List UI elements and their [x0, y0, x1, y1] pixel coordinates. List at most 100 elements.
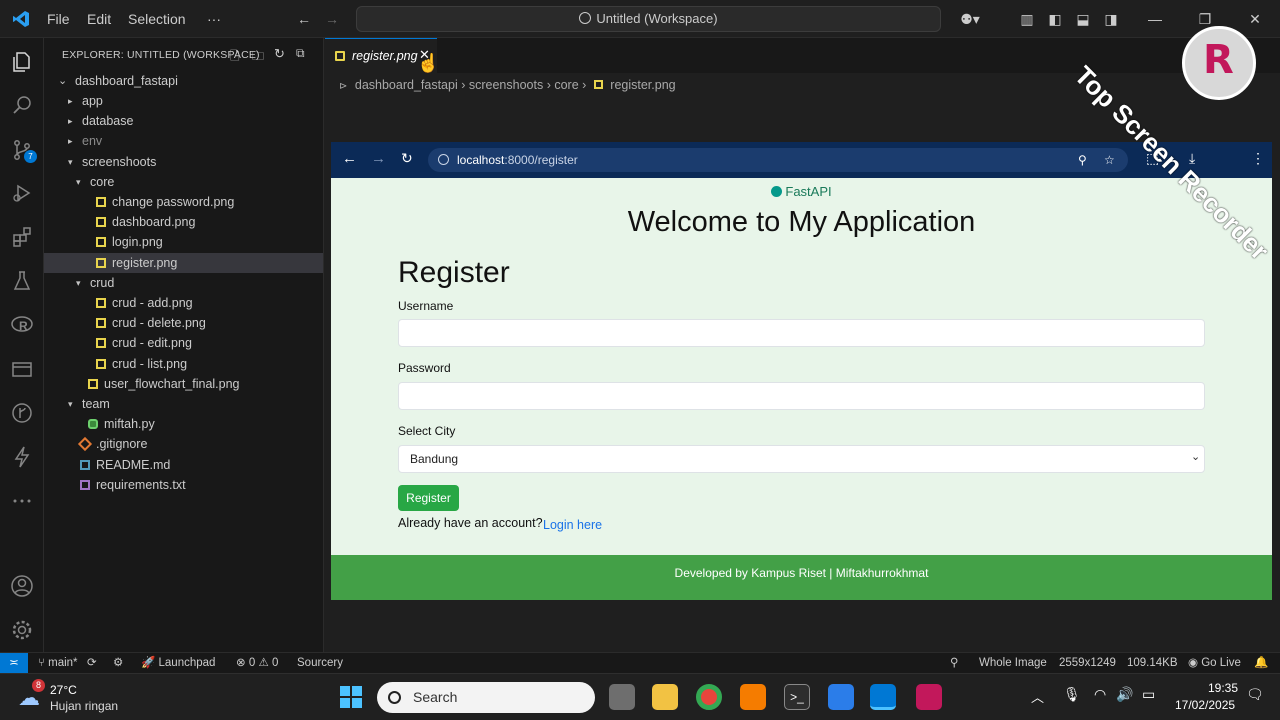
terminal-icon[interactable]: >_	[784, 684, 810, 710]
manage-gear-icon[interactable]	[10, 618, 34, 642]
tree-item[interactable]: requirements.txt	[44, 475, 323, 495]
launchpad[interactable]: 🚀 Launchpad	[141, 653, 215, 673]
volume-icon[interactable]: 🔊	[1116, 686, 1133, 703]
tree-item[interactable]: miftah.py	[44, 414, 323, 434]
error-icon: ⊗	[236, 657, 249, 669]
close-window-icon[interactable]: ✕	[1246, 10, 1264, 28]
notifications-bell-icon[interactable]: 🔔	[1254, 653, 1268, 673]
error-count: 0	[248, 657, 256, 669]
git-branch[interactable]: ⑂ main*	[38, 653, 78, 673]
file-explorer-icon[interactable]	[652, 684, 678, 710]
task-view-icon[interactable]	[609, 684, 635, 710]
source-control-icon[interactable]: 7	[10, 138, 37, 163]
microphone-icon[interactable]: 🎙	[1063, 686, 1081, 703]
git-file-icon	[77, 437, 93, 452]
new-folder-icon[interactable]: 🗀	[252, 47, 264, 68]
url-bar: localhost:8000/register ⚲ ☆	[428, 148, 1128, 172]
menu-selection[interactable]: Selection	[128, 11, 186, 27]
tree-item[interactable]: crud - delete.png	[44, 313, 323, 333]
new-file-icon[interactable]: 🗋	[230, 47, 240, 68]
more-views-icon[interactable]	[10, 489, 34, 513]
tree-item[interactable]: ▾ core	[44, 172, 323, 192]
minimize-icon[interactable]: —	[1146, 10, 1164, 28]
forward-arrow-icon[interactable]: →	[323, 10, 341, 28]
breadcrumb-item[interactable]: screenshoots	[469, 78, 543, 92]
clock-date[interactable]: 17/02/2025	[1175, 698, 1235, 712]
menu-more[interactable]: ···	[207, 11, 221, 27]
remote-explorer-icon[interactable]	[10, 357, 34, 381]
tree-item[interactable]: dashboard.png	[44, 212, 323, 232]
account-icon[interactable]	[10, 574, 34, 598]
recorder-logo: R	[1182, 26, 1256, 100]
whole-image-status[interactable]: Whole Image	[979, 653, 1047, 673]
chevron-up-icon[interactable]: ︿	[1031, 687, 1044, 706]
refresh-icon[interactable]: ↻	[274, 46, 285, 62]
tree-item[interactable]: ▾ screenshoots	[44, 152, 323, 172]
remote-indicator-icon[interactable]: ≍	[0, 653, 28, 673]
go-live-button[interactable]: ◉ Go Live	[1188, 653, 1241, 673]
tree-root-folder[interactable]: ⌄ dashboard_fastapi	[44, 71, 323, 91]
tree-item[interactable]: login.png	[44, 232, 323, 252]
testing-icon[interactable]	[10, 269, 34, 293]
sync-icon[interactable]: ⟳	[87, 653, 97, 673]
wifi-icon[interactable]: ◠	[1094, 686, 1106, 703]
breadcrumb-item[interactable]: core	[554, 78, 578, 92]
browser-reload-icon: ↻	[401, 150, 413, 166]
menu-edit[interactable]: Edit	[87, 11, 111, 27]
toggle-sidebar-icon[interactable]: ◧	[1046, 10, 1064, 28]
extensions-icon[interactable]	[10, 225, 34, 249]
search-icon[interactable]	[10, 93, 34, 117]
mysql-workbench-icon[interactable]	[828, 684, 854, 710]
run-debug-icon[interactable]	[10, 181, 34, 205]
tree-item[interactable]: README.md	[44, 455, 323, 475]
command-center-label: Untitled (Workspace)	[596, 11, 718, 26]
toggle-secondary-sidebar-icon[interactable]: ◨	[1102, 10, 1120, 28]
menu-file[interactable]: File	[47, 11, 70, 27]
taskbar-search[interactable]: Search	[377, 682, 595, 713]
tree-item[interactable]: ▸ env	[44, 131, 323, 151]
git-graph-status-icon[interactable]: ⚙	[113, 653, 123, 673]
back-arrow-icon[interactable]: ←	[295, 10, 313, 28]
copilot-icon[interactable]: ⚉▾	[955, 10, 985, 28]
screen-recorder-icon[interactable]	[916, 684, 942, 710]
warning-icon: ⚠	[258, 657, 272, 669]
xampp-icon[interactable]	[740, 684, 766, 710]
tree-item-label: requirements.txt	[96, 477, 186, 492]
lightning-icon[interactable]	[10, 445, 34, 469]
tree-item[interactable]: ▾ team	[44, 394, 323, 414]
windows-start-icon[interactable]	[340, 686, 362, 708]
git-graph-icon[interactable]	[10, 401, 34, 425]
breadcrumb-item[interactable]: dashboard_fastapi	[355, 78, 458, 92]
tree-item[interactable]: crud - list.png	[44, 354, 323, 374]
r-language-icon[interactable]: R	[10, 313, 34, 337]
tree-item[interactable]: ▾ crud	[44, 273, 323, 293]
tree-item[interactable]: .gitignore	[44, 434, 323, 454]
tree-item[interactable]: user_flowchart_final.png	[44, 374, 323, 394]
sourcery-status[interactable]: Sourcery	[297, 653, 343, 673]
zoom-status-icon[interactable]: ⚲	[950, 653, 958, 673]
chrome-icon[interactable]	[696, 684, 722, 710]
command-center[interactable]: Untitled (Workspace)	[356, 6, 941, 32]
tree-item-label: user_flowchart_final.png	[104, 376, 240, 391]
vscode-taskbar-icon[interactable]	[870, 684, 896, 710]
tree-item[interactable]: crud - edit.png	[44, 333, 323, 353]
tree-item[interactable]: ▸ database	[44, 111, 323, 131]
restore-icon[interactable]: ❐	[1196, 10, 1214, 28]
layout-icon[interactable]: ▥	[1018, 10, 1036, 28]
toggle-panel-icon[interactable]: ⬓	[1074, 10, 1092, 28]
tree-item[interactable]: ▸ app	[44, 91, 323, 111]
tree-item[interactable]: crud - add.png	[44, 293, 323, 313]
explorer-icon[interactable]	[10, 50, 34, 74]
breadcrumb-item[interactable]: register.png	[610, 78, 675, 92]
battery-icon[interactable]: ▭	[1142, 686, 1155, 703]
notification-center-icon[interactable]: 🗨	[1246, 686, 1264, 703]
chevron-right-icon: ›	[461, 78, 469, 92]
city-select-value: Bandung	[410, 452, 459, 466]
collapse-all-icon[interactable]: ⧉	[296, 46, 305, 61]
rocket-icon: 🚀	[141, 657, 159, 669]
tree-item[interactable]: change password.png	[44, 192, 323, 212]
problems-indicator[interactable]: ⊗ 0 ⚠ 0	[236, 653, 278, 673]
clock-time[interactable]: 19:35	[1208, 681, 1238, 695]
tree-item[interactable]: register.png	[44, 252, 323, 273]
mouse-cursor-icon: ☝	[417, 53, 440, 73]
